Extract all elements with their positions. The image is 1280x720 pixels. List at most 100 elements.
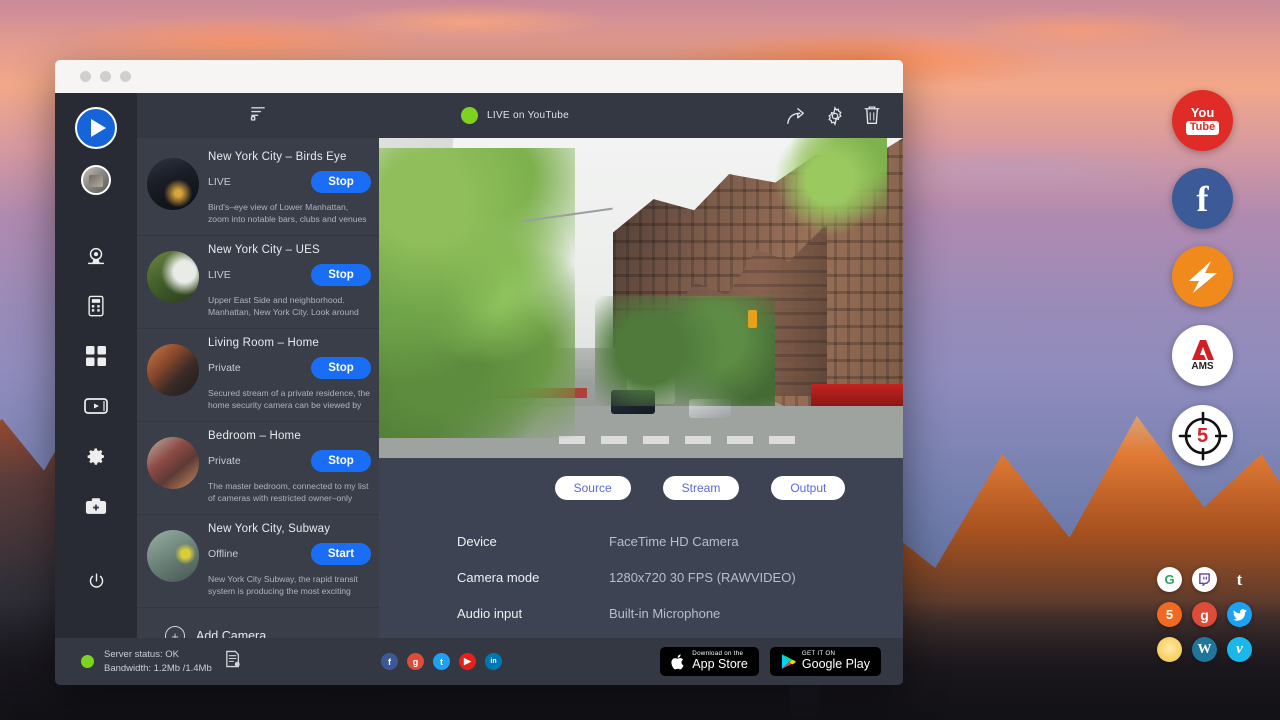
server-status-line: Server status: OK — [104, 648, 212, 662]
five-small-glyph: 5 — [1166, 607, 1173, 622]
camera-thumbnail — [147, 251, 199, 303]
app-store-badge[interactable]: Download on the App Store — [660, 647, 759, 676]
camera-status: LIVE — [208, 269, 231, 281]
sidebar-item-app-logo[interactable] — [75, 107, 117, 149]
desktop-icon-youtube[interactable]: You Tube — [1172, 90, 1233, 151]
desktop-icon-wordpress[interactable]: W — [1192, 637, 1217, 662]
google-plus-icon[interactable]: g — [407, 653, 424, 670]
app-window: New York City – Birds Eye LIVE Stop Bird… — [55, 60, 903, 685]
sidebar-rail — [55, 93, 137, 638]
desktop-icon-tumblr[interactable]: t — [1227, 567, 1252, 592]
list-sort-icon[interactable] — [250, 105, 267, 126]
detail-value[interactable]: Built-in Microphone — [609, 606, 720, 621]
source-details: Device FaceTime HD Camera Camera mode 12… — [379, 500, 903, 642]
video-traffic-light — [748, 310, 757, 328]
twitter-bird-icon — [1233, 609, 1247, 621]
sidebar-item-user-avatar[interactable] — [81, 165, 111, 195]
tab-stream[interactable]: Stream — [663, 476, 740, 500]
sidebar-item-video[interactable] — [75, 385, 117, 427]
trash-icon[interactable] — [863, 105, 881, 126]
social-links: f g t ▶ in — [381, 653, 502, 670]
camera-title: Living Room – Home — [208, 337, 371, 349]
camera-action-button[interactable]: Start — [311, 543, 371, 565]
sidebar-item-settings[interactable] — [75, 435, 117, 477]
video-awning-right — [811, 384, 903, 406]
log-document-icon[interactable] — [224, 650, 241, 673]
list-item[interactable]: New York City – UES LIVE Stop Upper East… — [137, 236, 379, 329]
desktop-icon-vimeo[interactable]: v — [1227, 637, 1252, 662]
close-button[interactable] — [80, 71, 91, 82]
live-status-dot — [461, 107, 478, 124]
desktop-icon-five-target[interactable]: 5 — [1172, 405, 1233, 466]
adobe-icon — [1190, 339, 1216, 361]
desktop: New York City – Birds Eye LIVE Stop Bird… — [0, 0, 1280, 720]
status-footer: Server status: OK Bandwidth: 1.2Mb /1.4M… — [55, 638, 903, 685]
video-crosswalk-stripe — [601, 436, 627, 444]
settings-tabs: Source Stream Output — [379, 458, 903, 500]
share-icon[interactable] — [785, 106, 807, 126]
tab-output[interactable]: Output — [771, 476, 845, 500]
sidebar-item-grid[interactable] — [75, 335, 117, 377]
video-crosswalk-stripe — [643, 436, 669, 444]
camera-description: Upper East Side and neighborhood. Manhat… — [208, 294, 371, 320]
list-item[interactable]: Living Room – Home Private Stop Secured … — [137, 329, 379, 422]
minimize-button[interactable] — [100, 71, 111, 82]
plus-icon: + — [165, 626, 185, 638]
detail-label: Audio input — [457, 606, 609, 621]
detail-row-audio-input: Audio input Built-in Microphone — [457, 606, 903, 621]
ams-caption: AMS — [1191, 362, 1213, 372]
desktop-icon-twitter[interactable] — [1227, 602, 1252, 627]
desktop-icon-adobe-ams[interactable]: AMS — [1172, 325, 1233, 386]
video-trees-right — [757, 138, 887, 258]
video-crosswalk-stripe — [769, 436, 795, 444]
five-glyph: 5 — [1197, 426, 1208, 446]
zoom-button[interactable] — [120, 71, 131, 82]
camera-description: Bird's–eye view of Lower Manhattan, zoom… — [208, 201, 371, 227]
camera-thumbnail — [147, 530, 199, 582]
sidebar-item-device[interactable] — [75, 285, 117, 327]
facebook-icon[interactable]: f — [381, 653, 398, 670]
desktop-icon-five[interactable]: 5 — [1157, 602, 1182, 627]
youtube-icon[interactable]: ▶ — [459, 653, 476, 670]
sidebar-item-power[interactable] — [75, 560, 117, 602]
g-glyph: G — [1164, 572, 1174, 587]
camera-description: New York City Subway, the rapid transit … — [208, 573, 371, 599]
add-camera-button[interactable]: + Add Camera — [137, 608, 379, 638]
window-titlebar — [55, 60, 903, 93]
camera-list-scroll[interactable]: New York City – Birds Eye LIVE Stop Bird… — [137, 138, 379, 638]
camera-title: New York City – Birds Eye — [208, 151, 371, 163]
gear-icon[interactable] — [825, 106, 845, 126]
wordpress-glyph: W — [1198, 642, 1212, 658]
bandwidth-line: Bandwidth: 1.2Mb /1.4Mb — [104, 662, 212, 676]
google-play-icon — [781, 653, 796, 670]
app-store-title: App Store — [692, 658, 748, 672]
detail-row-camera-mode: Camera mode 1280x720 30 FPS (RAWVIDEO) — [457, 570, 903, 585]
detail-value[interactable]: 1280x720 30 FPS (RAWVIDEO) — [609, 570, 796, 585]
camera-list-panel: New York City – Birds Eye LIVE Stop Bird… — [137, 93, 379, 638]
tab-source[interactable]: Source — [555, 476, 631, 500]
video-trees-left — [379, 148, 575, 438]
twitter-icon[interactable]: t — [433, 653, 450, 670]
desktop-icon-sun[interactable] — [1157, 637, 1182, 662]
list-item[interactable]: Bedroom – Home Private Stop The master b… — [137, 422, 379, 515]
tumblr-glyph: t — [1237, 570, 1243, 590]
detail-value[interactable]: FaceTime HD Camera — [609, 534, 739, 549]
desktop-icon-twitch[interactable] — [1192, 567, 1217, 592]
camera-action-button[interactable]: Stop — [311, 264, 371, 286]
google-play-badge[interactable]: GET IT ON Google Play — [770, 647, 881, 676]
sidebar-item-firstaid[interactable] — [75, 485, 117, 527]
list-item[interactable]: New York City, Subway Offline Start New … — [137, 515, 379, 608]
camera-list-topbar — [137, 93, 379, 138]
camera-action-button[interactable]: Stop — [311, 450, 371, 472]
sidebar-item-webcam[interactable] — [75, 235, 117, 277]
play-icon — [91, 119, 106, 137]
linkedin-icon[interactable]: in — [485, 653, 502, 670]
list-item[interactable]: New York City – Birds Eye LIVE Stop Bird… — [137, 143, 379, 236]
desktop-icon-facebook[interactable]: f — [1172, 168, 1233, 229]
camera-action-button[interactable]: Stop — [311, 357, 371, 379]
video-preview[interactable] — [379, 138, 903, 458]
desktop-icon-g[interactable]: G — [1157, 567, 1182, 592]
desktop-icon-wowza[interactable] — [1172, 246, 1233, 307]
desktop-icon-google-plus[interactable]: g — [1192, 602, 1217, 627]
camera-action-button[interactable]: Stop — [311, 171, 371, 193]
